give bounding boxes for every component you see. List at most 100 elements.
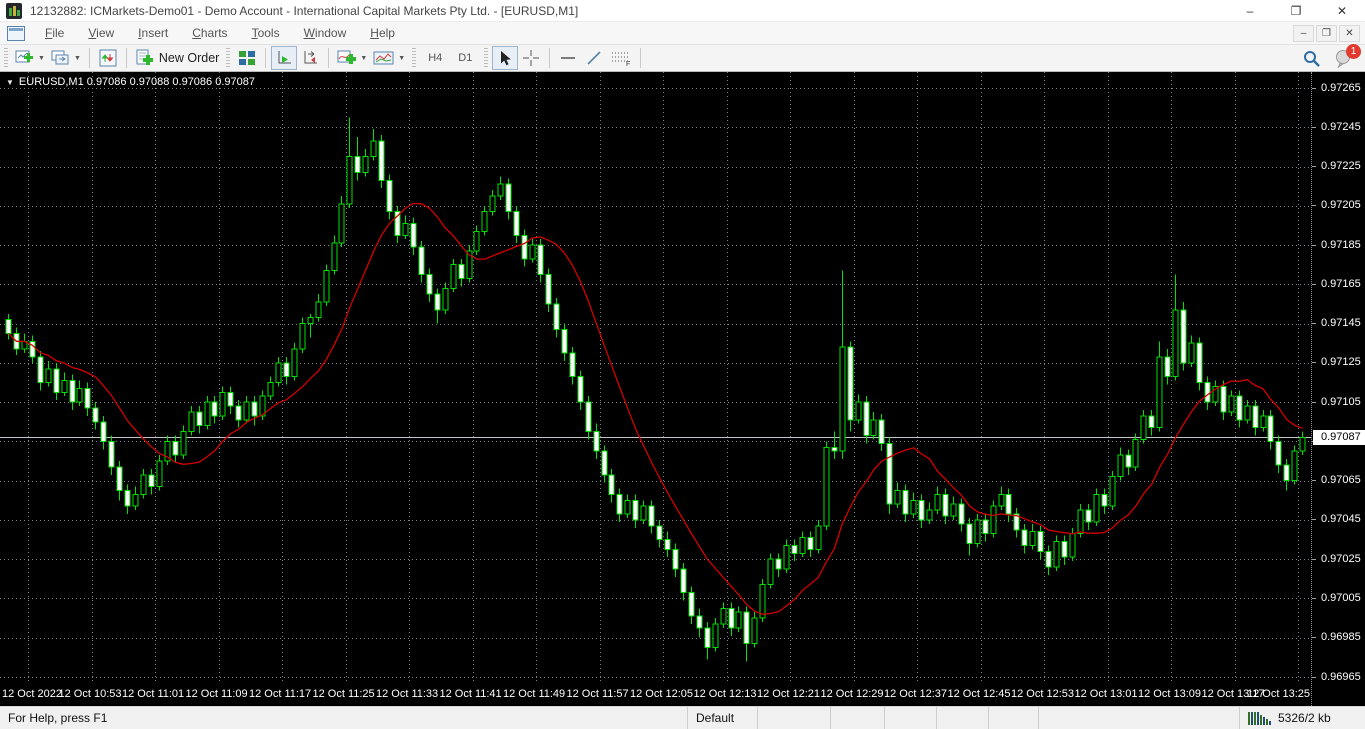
fibonacci-icon: F [610, 49, 632, 67]
price-axis-label: 0.97145 [1321, 317, 1361, 329]
time-axis-label: 12 Oct 12:21 [757, 688, 820, 700]
menu-bar: File View Insert Charts Tools Window Hel… [0, 22, 1365, 45]
tile-windows-button[interactable] [234, 46, 260, 70]
price-axis-tick [1312, 677, 1316, 678]
menu-window[interactable]: Window [292, 23, 359, 43]
price-axis-label: 0.96985 [1321, 631, 1361, 643]
search-icon[interactable] [1302, 49, 1321, 68]
menu-insert[interactable]: Insert [126, 23, 180, 43]
price-axis-label: 0.97105 [1321, 396, 1361, 408]
time-axis-label: 12 Oct 11:25 [313, 688, 375, 700]
status-panel-empty [937, 707, 989, 729]
status-profile[interactable]: Default [688, 707, 758, 729]
price-axis-tick [1312, 402, 1316, 403]
timeframe-h4-button[interactable]: H4 [420, 46, 450, 70]
chart-restore-button[interactable]: ❐ [1316, 25, 1337, 42]
quote-panel-toggle-icon[interactable]: ▼ [6, 78, 14, 87]
price-axis-label: 0.96965 [1321, 671, 1361, 683]
status-connection[interactable]: 5326/2 kb [1239, 707, 1365, 729]
maximize-button[interactable]: ❐ [1273, 0, 1319, 22]
time-axis-label: 12 Oct 13:09 [1138, 688, 1201, 700]
time-axis-label: 12 Oct 11:33 [376, 688, 438, 700]
price-axis[interactable]: 0.972650.972450.972250.972050.971850.971… [1311, 72, 1365, 706]
status-help-text: For Help, press F1 [0, 707, 688, 729]
timeframe-d1-button[interactable]: D1 [450, 46, 480, 70]
price-axis-label: 0.97005 [1321, 592, 1361, 604]
menu-view[interactable]: View [76, 23, 126, 43]
minimize-button[interactable]: – [1227, 0, 1273, 22]
status-panel-empty [831, 707, 885, 729]
price-axis-tick [1312, 127, 1316, 128]
price-chart[interactable]: ▼ EURUSD,M1 0.97086 0.97088 0.97086 0.97… [0, 72, 1311, 684]
toolbar-grip[interactable] [226, 48, 230, 68]
toolbar-grip[interactable] [412, 48, 416, 68]
chart-template-icon [373, 49, 395, 67]
time-axis-label: 12 Oct 13:01 [1075, 688, 1138, 700]
menu-tools[interactable]: Tools [240, 23, 292, 43]
price-axis-tick [1312, 598, 1316, 599]
price-axis-label: 0.97265 [1321, 82, 1361, 94]
price-axis-label: 0.97025 [1321, 553, 1361, 565]
window-title: 12132882: ICMarkets-Demo01 - Demo Accoun… [30, 4, 578, 18]
time-axis-label: 12 Oct 11:57 [567, 688, 629, 700]
chart-minimize-button[interactable]: – [1293, 25, 1314, 42]
toolbar-grip[interactable] [484, 48, 488, 68]
notification-badge: 1 [1346, 44, 1361, 59]
toolbar-right-group: 1 [1302, 48, 1365, 68]
notification-icon[interactable]: 1 [1335, 48, 1355, 68]
cursor-icon [497, 50, 513, 67]
close-button[interactable]: ✕ [1319, 0, 1365, 22]
price-axis-label: 0.97245 [1321, 121, 1361, 133]
crosshair-icon [522, 49, 540, 67]
price-axis-tick [1312, 323, 1316, 324]
market-watch-button[interactable] [95, 46, 121, 70]
time-axis-label: 12 Oct 11:17 [249, 688, 311, 700]
chart-symbol-info: ▼ EURUSD,M1 0.97086 0.97088 0.97086 0.97… [6, 76, 255, 88]
crosshair-button[interactable] [518, 46, 544, 70]
new-order-button[interactable]: New Order [132, 46, 222, 70]
profiles-button[interactable]: ▼ [48, 46, 84, 70]
toolbar-separator [265, 48, 266, 68]
trendline-button[interactable] [581, 46, 607, 70]
title-bar: 12132882: ICMarkets-Demo01 - Demo Accoun… [0, 0, 1365, 22]
fibonacci-button[interactable]: F [607, 46, 635, 70]
mt4-app-icon [6, 3, 22, 19]
chart-shift-icon [300, 49, 320, 67]
cursor-button[interactable] [492, 46, 518, 70]
new-chart-icon [15, 49, 35, 67]
connection-bars-icon [1248, 711, 1272, 725]
price-axis-label: 0.97065 [1321, 474, 1361, 486]
candlestick-chart-canvas[interactable] [0, 72, 1311, 684]
price-axis-tick [1312, 362, 1316, 363]
price-axis-tick [1312, 205, 1316, 206]
price-axis-tick [1312, 519, 1316, 520]
menu-charts[interactable]: Charts [180, 23, 239, 43]
time-axis-label: 12 Oct 12:53 [1011, 688, 1074, 700]
status-panel-empty [1039, 707, 1239, 729]
price-axis-label: 0.97205 [1321, 199, 1361, 211]
menu-file[interactable]: File [33, 23, 76, 43]
horizontal-line-button[interactable] [555, 46, 581, 70]
price-axis-label: 0.97125 [1321, 356, 1361, 368]
menu-help[interactable]: Help [358, 23, 407, 43]
new-chart-button[interactable]: ▼ [12, 46, 48, 70]
toolbar-separator [549, 48, 550, 68]
toolbar-separator [640, 48, 641, 68]
window-controls: – ❐ ✕ [1227, 0, 1365, 22]
add-indicator-button[interactable]: ▼ [334, 46, 370, 70]
time-axis[interactable]: 12 Oct 202212 Oct 10:5312 Oct 11:0112 Oc… [0, 684, 1311, 706]
time-axis-label: 12 Oct 11:49 [503, 688, 565, 700]
price-axis-label: 0.97225 [1321, 160, 1361, 172]
time-axis-label: 12 Oct 11:09 [186, 688, 248, 700]
status-bar: For Help, press F1 Default 5326/2 kb [0, 706, 1365, 729]
new-order-label: New Order [159, 51, 219, 65]
status-panel-empty [758, 707, 831, 729]
auto-scroll-button[interactable] [271, 46, 297, 70]
chart-system-menu-icon[interactable] [7, 26, 25, 41]
chart-close-button[interactable]: ✕ [1339, 25, 1360, 42]
chart-shift-button[interactable] [297, 46, 323, 70]
price-axis-tick [1312, 559, 1316, 560]
chart-template-button[interactable]: ▼ [370, 46, 408, 70]
status-panel-empty [885, 707, 937, 729]
toolbar-grip[interactable] [4, 48, 8, 68]
